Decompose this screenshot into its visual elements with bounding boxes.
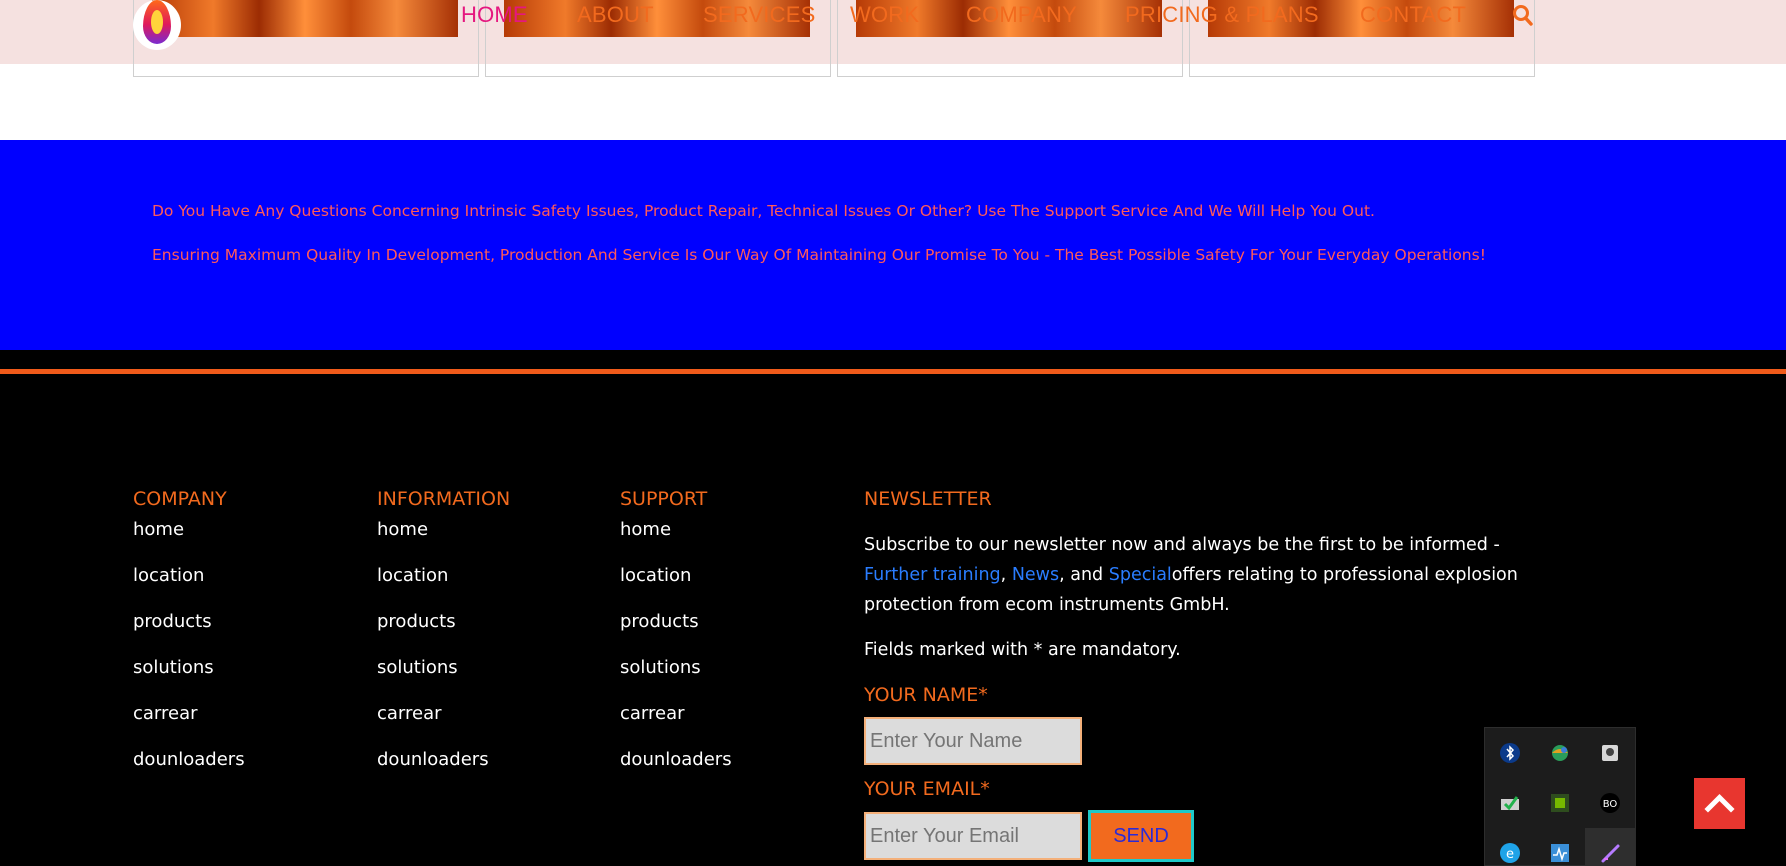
footer-link[interactable]: solutions	[620, 654, 732, 700]
special-link[interactable]: Special	[1109, 565, 1172, 585]
footer-divider	[0, 369, 1786, 374]
newsletter-title: NEWSLETTER	[864, 488, 992, 510]
checkmark-device-icon[interactable]	[1498, 791, 1522, 815]
mandatory-note: Fields marked with * are mandatory.	[864, 640, 1181, 660]
footer-link[interactable]: solutions	[377, 654, 510, 700]
search-icon[interactable]	[1512, 4, 1534, 28]
email-label: YOUR EMAIL*	[864, 778, 990, 800]
gpu-icon[interactable]	[1548, 791, 1572, 815]
activity-monitor-icon[interactable]	[1548, 841, 1572, 865]
edge-icon[interactable]: e	[1498, 841, 1522, 865]
footer-link[interactable]: location	[377, 562, 510, 608]
footer-link[interactable]: carrear	[133, 700, 245, 746]
footer-link[interactable]: products	[620, 608, 732, 654]
nav-home[interactable]: HOME	[461, 2, 528, 28]
disk-icon[interactable]	[1598, 741, 1622, 765]
footer-link[interactable]: dounloaders	[377, 746, 510, 792]
bang-olufsen-icon[interactable]: BO	[1598, 791, 1622, 815]
footer-link[interactable]: solutions	[133, 654, 245, 700]
desc-sep: ,	[1000, 565, 1012, 585]
svg-text:BO: BO	[1603, 799, 1618, 810]
arrow-up-icon	[1704, 793, 1735, 813]
footer-link[interactable]: location	[620, 562, 732, 608]
footer-link[interactable]: home	[620, 516, 732, 562]
bluetooth-icon[interactable]	[1498, 741, 1522, 765]
further-training-link[interactable]: Further training	[864, 565, 1001, 585]
newsletter-description: Subscribe to our newsletter now and alwa…	[864, 530, 1554, 620]
footer-link[interactable]: products	[133, 608, 245, 654]
name-input[interactable]	[864, 717, 1082, 765]
network-globe-icon[interactable]	[1548, 741, 1572, 765]
banner-line-1: Do You Have Any Questions Concerning Int…	[152, 202, 1375, 220]
nav-company[interactable]: COMPANY	[966, 2, 1077, 28]
nav-contact[interactable]: CONTACT	[1360, 2, 1466, 28]
column-title: SUPPORT	[620, 488, 708, 510]
column-title: COMPANY	[133, 488, 227, 510]
column-title: INFORMATION	[377, 488, 511, 510]
footer-link[interactable]: dounloaders	[133, 746, 245, 792]
banner-line-2: Ensuring Maximum Quality In Development,…	[152, 246, 1486, 264]
main-nav: HOME ABOUT SERVICES WORK COMPANY PRICING…	[0, 0, 1786, 30]
desc-text: Subscribe to our newsletter now and alwa…	[864, 535, 1500, 555]
system-tray-overflow: BO e	[1484, 727, 1636, 866]
nav-services[interactable]: SERVICES	[703, 2, 815, 28]
footer-link[interactable]: products	[377, 608, 510, 654]
footer-column-company: COMPANY home location products solutions…	[133, 488, 245, 792]
send-button[interactable]: SEND	[1088, 810, 1194, 862]
email-input[interactable]	[864, 812, 1082, 860]
footer-column-support: SUPPORT home location products solutions…	[620, 488, 732, 792]
footer-column-information: INFORMATION home location products solut…	[377, 488, 510, 792]
nav-about[interactable]: ABOUT	[577, 2, 654, 28]
footer-link[interactable]: home	[377, 516, 510, 562]
support-banner: Do You Have Any Questions Concerning Int…	[0, 140, 1786, 350]
footer-link[interactable]: home	[133, 516, 245, 562]
nav-work[interactable]: WORK	[850, 2, 919, 28]
newsletter-section: NEWSLETTER Subscribe to our newsletter n…	[864, 488, 1564, 862]
desc-sep: , and	[1059, 565, 1109, 585]
name-label: YOUR NAME*	[864, 684, 988, 706]
footer-link[interactable]: carrear	[620, 700, 732, 746]
footer-link[interactable]: location	[133, 562, 245, 608]
pen-icon[interactable]	[1598, 841, 1622, 865]
footer-link[interactable]: carrear	[377, 700, 510, 746]
back-to-top-button[interactable]	[1694, 778, 1745, 829]
footer-link[interactable]: dounloaders	[620, 746, 732, 792]
nav-pricing[interactable]: PRICING & PLANS	[1125, 2, 1319, 28]
svg-text:e: e	[1506, 847, 1514, 862]
news-link[interactable]: News	[1012, 565, 1059, 585]
